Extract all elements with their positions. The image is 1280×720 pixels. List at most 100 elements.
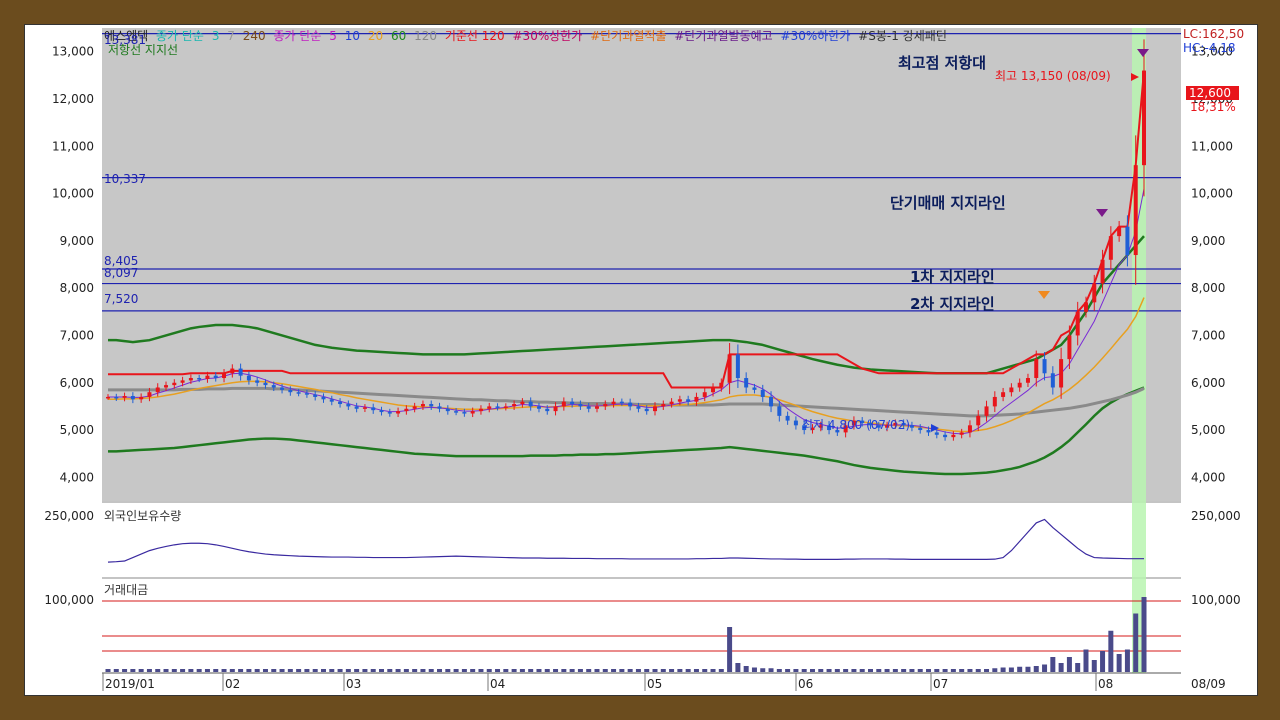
- price-tick-left: 8,000: [60, 281, 94, 295]
- amount-panel-bg: [102, 579, 1181, 673]
- amount-tick-right: 100,000: [1191, 593, 1241, 607]
- candle-body: [445, 408, 450, 412]
- amount-bar: [536, 669, 542, 672]
- candle-body: [197, 378, 202, 380]
- candle-body: [437, 406, 442, 409]
- x-tick-label: 06: [798, 677, 813, 691]
- amount-bar: [113, 669, 119, 672]
- candle-body: [644, 408, 649, 412]
- amount-bar: [1050, 657, 1056, 672]
- price-tick-left: 6,000: [60, 376, 94, 390]
- amount-bar: [950, 669, 956, 672]
- amount-bar: [801, 669, 807, 672]
- amount-bar: [660, 669, 666, 672]
- amount-bar: [1091, 660, 1097, 672]
- amount-bar: [942, 669, 948, 672]
- candle-body: [545, 408, 550, 412]
- candle-body: [420, 404, 425, 407]
- amount-bar: [146, 669, 152, 672]
- candle-body: [594, 406, 599, 409]
- candle-body: [1025, 378, 1030, 383]
- candle-body: [396, 411, 401, 414]
- candle-body: [246, 375, 251, 381]
- candle-body: [1001, 392, 1006, 397]
- candle-body: [769, 396, 774, 407]
- candle-body: [628, 402, 633, 407]
- candle-body: [280, 387, 285, 390]
- price-tick-right: 7,000: [1191, 328, 1225, 342]
- amount-bar: [403, 669, 409, 672]
- candle-body: [711, 387, 716, 393]
- amount-bar: [677, 669, 683, 672]
- candle-body: [570, 401, 575, 405]
- candle-body: [106, 396, 110, 399]
- legend-item-3: #단기과열발동예고: [674, 29, 773, 43]
- price-tick-left: 13,000: [52, 45, 94, 59]
- amount-bar: [1033, 666, 1039, 672]
- candle-body: [661, 404, 666, 407]
- candle-body: [371, 407, 376, 411]
- amount-bar: [503, 669, 509, 672]
- candle-body: [1117, 226, 1122, 237]
- amount-bar: [577, 669, 583, 672]
- amount-bar: [188, 669, 194, 672]
- amount-bar: [337, 669, 343, 672]
- candle-body: [1034, 359, 1039, 379]
- candle-body: [470, 411, 475, 414]
- x-tick-label: 08: [1098, 677, 1113, 691]
- lc-readout: LC:162,50: [1183, 27, 1245, 41]
- price-tick-right: 6,000: [1191, 376, 1225, 390]
- price-badge: 12,600: [1186, 86, 1239, 100]
- candle-body: [478, 408, 483, 412]
- candle-body: [354, 406, 359, 409]
- amount-bar: [1042, 664, 1048, 672]
- amount-bar: [478, 669, 484, 672]
- price-tick-right: 11,000: [1191, 139, 1233, 153]
- x-tick-label: 2019/01: [105, 677, 155, 691]
- amount-bar: [437, 669, 443, 672]
- candle-body: [926, 430, 931, 433]
- amount-bar: [412, 669, 418, 672]
- candle-body: [619, 401, 624, 404]
- amount-bar: [718, 669, 724, 672]
- amount-bar: [296, 669, 302, 672]
- x-tick-label: 07: [933, 677, 948, 691]
- amount-bar: [163, 669, 169, 672]
- candle-body: [271, 385, 276, 388]
- candle-body: [992, 396, 997, 407]
- chart-frame: 4,000 4,000 5,000 5,000 6,000 6,000 7,000 7,000…: [24, 24, 1258, 696]
- candle-body: [653, 406, 658, 412]
- amount-bar: [1000, 667, 1006, 672]
- amount-bar: [768, 668, 774, 672]
- amount-bar: [213, 669, 219, 672]
- amount-bar: [743, 666, 749, 672]
- x-last-label: 08/09: [1191, 677, 1226, 691]
- amount-bar: [611, 669, 617, 672]
- amount-bar: [1133, 613, 1139, 672]
- x-tick-label: 03: [346, 677, 361, 691]
- candle-body: [172, 382, 177, 386]
- candle-body: [520, 401, 525, 405]
- amount-bar: [1124, 649, 1130, 672]
- amount-bar: [1141, 597, 1147, 672]
- amount-bar: [221, 669, 227, 672]
- candle-body: [130, 395, 135, 400]
- amount-bar: [793, 669, 799, 672]
- candle-body: [1042, 359, 1047, 374]
- candle-body: [1059, 359, 1064, 388]
- amount-bar: [652, 669, 658, 672]
- annotation-short: 단기매매 지지라인: [890, 194, 1006, 212]
- amount-bar: [511, 669, 517, 672]
- price-tick-left: 10,000: [52, 187, 94, 201]
- amount-bar: [635, 669, 641, 672]
- amount-bar: [702, 669, 708, 672]
- candle-body: [1050, 373, 1055, 388]
- legend-ma-20: 20: [367, 29, 384, 43]
- amount-bar: [379, 669, 385, 672]
- candle-body: [1108, 236, 1113, 260]
- hline-label-top: 13,381: [104, 33, 146, 47]
- amount-bar: [138, 669, 144, 672]
- amount-bar: [851, 669, 857, 672]
- candle-body: [147, 392, 152, 397]
- amount-bar: [180, 669, 186, 672]
